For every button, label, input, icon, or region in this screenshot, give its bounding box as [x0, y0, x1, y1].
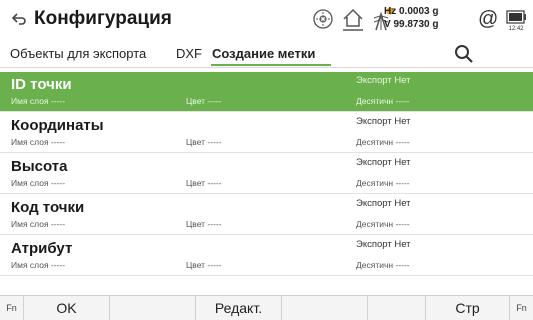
active-tab-indicator [211, 64, 331, 66]
softkey-f2[interactable] [110, 296, 196, 320]
row-color: Цвет ----- [186, 137, 222, 147]
list-item-height[interactable]: Высота Имя слоя ----- Цвет ----- Экспорт… [0, 154, 533, 194]
softkey-bar: Fn OK Редакт. Стр Fn [0, 295, 533, 320]
softkey-f4[interactable] [282, 296, 368, 320]
row-title: Высота [11, 158, 68, 175]
edit-button[interactable]: Редакт. [196, 296, 282, 320]
row-color: Цвет ----- [186, 219, 222, 229]
row-title: Координаты [11, 117, 104, 134]
row-layer-name: Имя слоя ----- [11, 260, 66, 270]
row-title: ID точки [11, 76, 72, 93]
title-bar: Конфигурация Hz 0.0003 g V 99.8730 g @ 1… [0, 0, 533, 40]
back-arrow-icon[interactable] [10, 11, 28, 29]
list-item-point-code[interactable]: Код точки Имя слоя ----- Цвет ----- Эксп… [0, 195, 533, 235]
row-title: Атрибут [11, 240, 73, 257]
hz-value: Hz 0.0003 g [384, 6, 439, 17]
row-export: Экспорт Нет [356, 157, 411, 168]
tab-dxf[interactable]: DXF [176, 46, 202, 61]
search-icon[interactable] [454, 44, 474, 64]
list-item-point-id[interactable]: ID точки Имя слоя ----- Цвет ----- Экспо… [0, 72, 533, 112]
row-layer-name: Имя слоя ----- [11, 178, 66, 188]
row-decimal: Десятичн ----- [356, 96, 410, 106]
row-title: Код точки [11, 199, 85, 216]
battery-time: 12:42 [508, 26, 524, 32]
tab-export-objects[interactable]: Объекты для экспорта [10, 46, 146, 61]
row-export: Экспорт Нет [356, 198, 411, 209]
at-icon[interactable]: @ [478, 8, 498, 31]
row-layer-name: Имя слоя ----- [11, 96, 66, 106]
row-decimal: Десятичн ----- [356, 260, 410, 270]
row-color: Цвет ----- [186, 96, 222, 106]
tab-create-label[interactable]: Создание метки [212, 46, 315, 61]
page-button[interactable]: Стр [426, 296, 510, 320]
tab-bar: Объекты для экспорта DXF Создание метки [0, 40, 533, 68]
row-decimal: Десятичн ----- [356, 219, 410, 229]
row-export: Экспорт Нет [356, 75, 411, 86]
v-value: V 99.8730 g [384, 19, 439, 30]
row-layer-name: Имя слоя ----- [11, 219, 66, 229]
row-color: Цвет ----- [186, 260, 222, 270]
row-color: Цвет ----- [186, 178, 222, 188]
row-export: Экспорт Нет [356, 116, 411, 127]
page-title: Конфигурация [34, 8, 172, 29]
row-decimal: Десятичн ----- [356, 137, 410, 147]
softkey-f5[interactable] [368, 296, 426, 320]
fn-left-button[interactable]: Fn [0, 296, 24, 320]
ok-button[interactable]: OK [24, 296, 110, 320]
home-icon[interactable] [341, 6, 365, 34]
row-export: Экспорт Нет [356, 239, 411, 250]
list-item-coordinates[interactable]: Координаты Имя слоя ----- Цвет ----- Экс… [0, 113, 533, 153]
instrument-reflector-icon[interactable] [310, 6, 336, 34]
row-decimal: Десятичн ----- [356, 178, 410, 188]
list-item-attribute[interactable]: Атрибут Имя слоя ----- Цвет ----- Экспор… [0, 236, 533, 276]
fn-right-button[interactable]: Fn [510, 296, 533, 320]
angle-readout: Hz 0.0003 g V 99.8730 g [384, 5, 438, 31]
row-layer-name: Имя слоя ----- [11, 137, 66, 147]
